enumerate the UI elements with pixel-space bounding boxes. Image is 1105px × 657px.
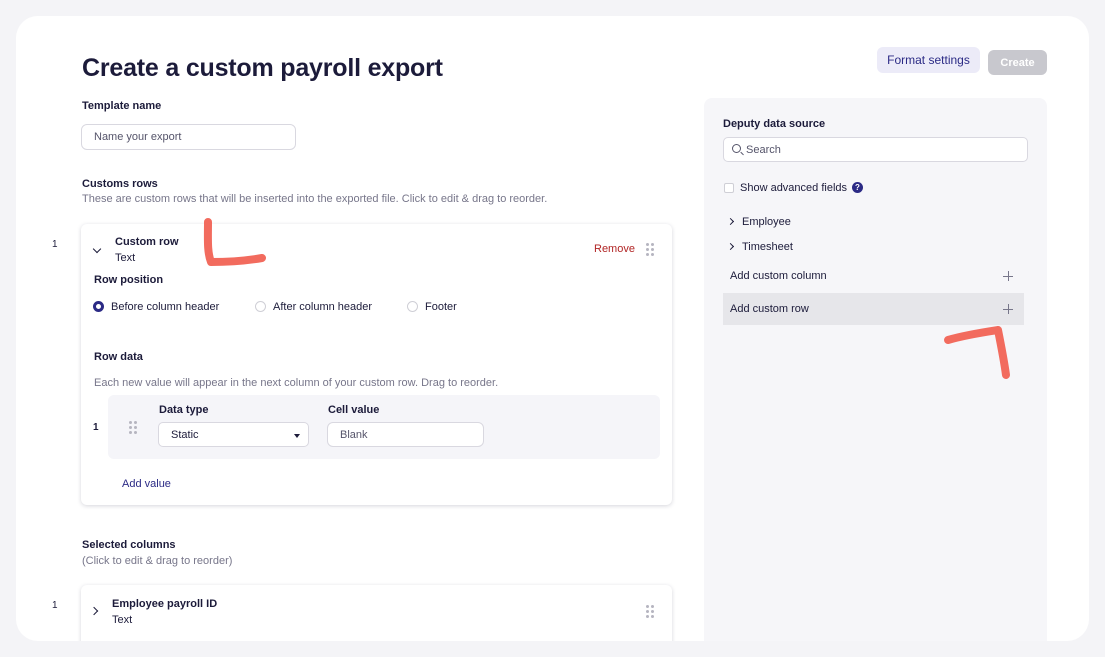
column-card-employee-payroll-id[interactable]: Employee payroll ID Text — [81, 585, 672, 641]
advanced-fields-label: Show advanced fields — [740, 182, 848, 194]
remove-button[interactable]: Remove — [594, 243, 635, 255]
caret-down-icon — [294, 434, 300, 438]
search-box[interactable] — [723, 137, 1028, 162]
radio-before-column-header[interactable] — [93, 301, 104, 312]
add-custom-column-label[interactable]: Add custom column — [730, 270, 827, 282]
chevron-right-icon[interactable] — [726, 242, 735, 251]
radio-after-column-header[interactable] — [255, 301, 266, 312]
group-timesheet[interactable]: Timesheet — [742, 241, 793, 253]
chevron-down-icon[interactable] — [92, 244, 102, 254]
radio-footer[interactable] — [407, 301, 418, 312]
drag-handle-icon[interactable] — [646, 605, 654, 618]
data-source-heading: Deputy data source — [723, 118, 826, 130]
row-data-item-index: 1 — [93, 422, 99, 433]
add-custom-row-label[interactable]: Add custom row — [730, 303, 809, 315]
add-value-button[interactable]: Add value — [122, 478, 171, 490]
custom-row-title: Custom row — [115, 236, 179, 248]
radio-label-before-column-header: Before column header — [111, 301, 220, 313]
add-custom-column-plus-icon[interactable] — [1003, 271, 1013, 281]
column-index: 1 — [52, 600, 58, 611]
row-data-description: Each new value will appear in the next c… — [94, 377, 499, 389]
drag-handle-icon[interactable] — [129, 421, 137, 434]
column-title: Employee payroll ID — [112, 598, 218, 610]
format-settings-button[interactable]: Format settings — [877, 47, 980, 73]
drag-handle-icon[interactable] — [646, 243, 654, 256]
app-window: Create a custom payroll export Format se… — [16, 16, 1089, 641]
search-icon — [732, 144, 741, 153]
custom-row-type: Text — [115, 252, 136, 264]
cell-value-label: Cell value — [328, 404, 380, 416]
row-data-item[interactable]: Data type Static Cell value — [108, 395, 660, 459]
data-type-select[interactable]: Static — [158, 422, 309, 447]
data-type-label: Data type — [159, 404, 209, 416]
row-data-label: Row data — [94, 351, 143, 363]
selected-columns-heading: Selected columns — [82, 539, 176, 551]
selected-columns-description: (Click to edit & drag to reorder) — [82, 555, 233, 567]
radio-label-footer: Footer — [425, 301, 457, 313]
data-type-value: Static — [171, 428, 199, 441]
column-type: Text — [112, 614, 133, 626]
help-icon[interactable]: ? — [852, 182, 863, 193]
template-name-input[interactable] — [81, 124, 296, 150]
radio-label-after-column-header: After column header — [273, 301, 373, 313]
advanced-fields-checkbox[interactable] — [724, 183, 734, 193]
custom-rows-description: These are custom rows that will be inser… — [82, 193, 548, 205]
row-position-label: Row position — [94, 274, 164, 286]
chevron-right-icon[interactable] — [726, 217, 735, 226]
search-input[interactable] — [746, 138, 1021, 161]
group-employee[interactable]: Employee — [742, 216, 791, 228]
custom-row-index: 1 — [52, 239, 58, 250]
custom-rows-heading: Customs rows — [82, 178, 158, 190]
add-custom-row-plus-icon[interactable] — [1003, 304, 1013, 314]
cell-value-input[interactable] — [327, 422, 484, 447]
chevron-right-icon[interactable] — [89, 606, 99, 616]
custom-row-card[interactable]: Custom row Text Remove Row position Befo… — [81, 224, 672, 505]
page-title: Create a custom payroll export — [82, 54, 443, 82]
template-name-label: Template name — [82, 100, 162, 112]
create-button[interactable]: Create — [988, 50, 1047, 75]
deputy-data-source-panel: Deputy data source Show advanced fields … — [704, 98, 1047, 641]
